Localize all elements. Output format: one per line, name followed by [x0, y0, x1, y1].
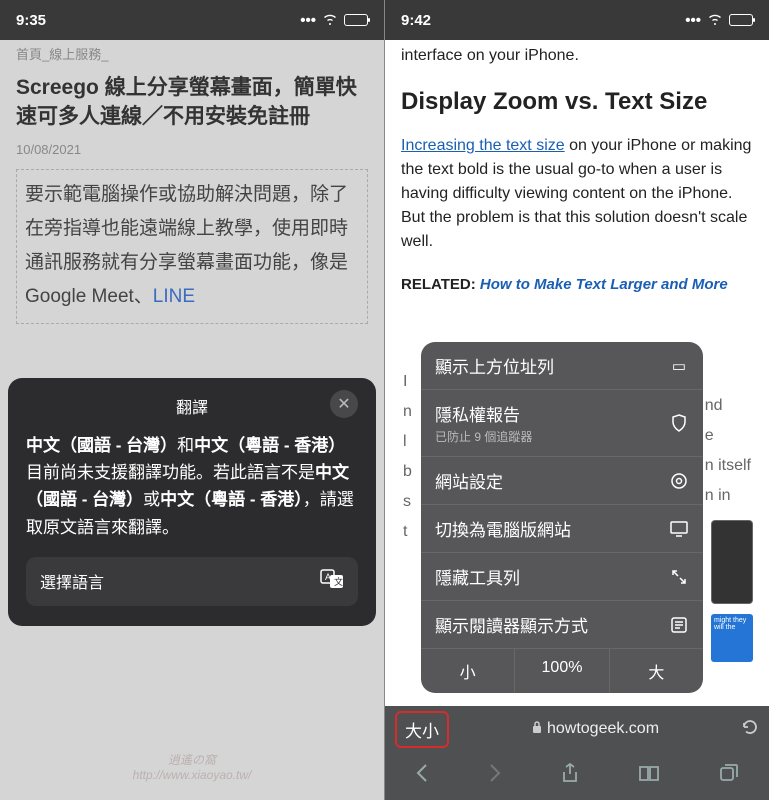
translate-sheet: 翻譯 ✕ 中文（國語 - 台灣）和中文（粵語 - 香港）目前尚未支援翻譯功能。若… — [8, 378, 376, 626]
menu-show-top-address[interactable]: 顯示上方位址列 ▭ — [421, 342, 703, 390]
battery-icon — [344, 14, 368, 26]
menu-hide-toolbar[interactable]: 隱藏工具列 — [421, 553, 703, 601]
gear-icon — [669, 472, 689, 490]
url-display[interactable]: howtogeek.com — [457, 720, 733, 739]
obscured-text-right: nd e n itself n in — [703, 394, 751, 508]
zoom-larger-button[interactable]: 大 — [610, 649, 703, 693]
menu-show-reader[interactable]: 顯示閱讀器顯示方式 — [421, 601, 703, 649]
expand-icon — [669, 569, 689, 585]
obscured-text: I n l b s t — [401, 370, 412, 544]
menu-website-settings[interactable]: 網站設定 — [421, 457, 703, 505]
phone-preview-image — [711, 520, 753, 604]
link-line[interactable]: LINE — [153, 286, 195, 307]
forward-button[interactable] — [488, 763, 502, 789]
aa-menu-popup: 顯示上方位址列 ▭ 隱私權報告 已防止 9 個追蹤器 網站設定 切換為電腦版網站 — [421, 342, 703, 693]
status-time: 9:42 — [401, 12, 431, 29]
paragraph: Increasing the text size on your iPhone … — [401, 130, 753, 268]
back-button[interactable] — [415, 763, 429, 789]
reload-button[interactable] — [741, 718, 759, 741]
phone-right: 9:42 ••• interface on your iPhone. Displ… — [385, 0, 769, 800]
battery-icon — [729, 14, 753, 26]
sheet-title: 翻譯 — [176, 400, 208, 417]
article-body: 要示範電腦操作或協助解決問題，除了在旁指導也能遠端線上教學，使用即時通訊服務就有… — [16, 169, 368, 324]
signal-icon: ••• — [685, 12, 701, 29]
paragraph-trail: interface on your iPhone. — [401, 40, 753, 82]
phone-preview-tip: might they will the — [711, 614, 753, 662]
wifi-icon — [707, 12, 723, 29]
phone-left: 9:35 ••• 首頁_線上服務_ Screego 線上分享螢幕畫面，簡單快速可… — [0, 0, 384, 800]
status-icons: ••• — [685, 12, 753, 29]
translate-icon: A文 — [320, 569, 344, 594]
close-button[interactable]: ✕ — [330, 390, 358, 418]
heading: Display Zoom vs. Text Size — [401, 82, 753, 130]
article-date: 10/08/2021 — [16, 138, 368, 169]
select-language-label: 選擇語言 — [40, 569, 104, 593]
wifi-icon — [322, 12, 338, 29]
signal-icon: ••• — [300, 12, 316, 29]
zoom-value[interactable]: 100% — [515, 649, 609, 693]
share-button[interactable] — [561, 762, 579, 790]
reader-icon — [669, 617, 689, 633]
article-title: Screego 線上分享螢幕畫面，簡單快速可多人連線／不用安裝免註冊 — [16, 67, 368, 138]
bookmarks-button[interactable] — [638, 764, 660, 788]
bottom-toolbar — [385, 752, 769, 800]
lock-icon — [531, 720, 543, 739]
close-icon: ✕ — [337, 394, 350, 414]
svg-text:A: A — [325, 572, 331, 582]
status-bar: 9:42 ••• — [385, 0, 769, 40]
address-bar: 大小 howtogeek.com — [385, 706, 769, 752]
tabs-button[interactable] — [719, 763, 739, 789]
status-time: 9:35 — [16, 12, 46, 29]
zoom-controls: 小 100% 大 — [421, 649, 703, 693]
address-icon: ▭ — [669, 357, 689, 375]
sheet-body: 中文（國語 - 台灣）和中文（粵語 - 香港）目前尚未支援翻譯功能。若此語言不是… — [26, 432, 358, 557]
zoom-smaller-button[interactable]: 小 — [421, 649, 515, 693]
related-link[interactable]: How to Make Text Larger and More — [480, 276, 728, 293]
aa-button[interactable]: 大小 — [395, 711, 449, 748]
status-bar: 9:35 ••• — [0, 0, 384, 40]
related-row: RELATED: How to Make Text Larger and Mor… — [401, 268, 753, 293]
menu-request-desktop[interactable]: 切換為電腦版網站 — [421, 505, 703, 553]
menu-privacy-report[interactable]: 隱私權報告 已防止 9 個追蹤器 — [421, 390, 703, 457]
shield-icon — [669, 414, 689, 432]
select-language-button[interactable]: 選擇語言 A文 — [26, 557, 358, 606]
watermark: 逍遙の窩 http://www.xiaoyao.tw/ — [133, 751, 252, 782]
text-size-link[interactable]: Increasing the text size — [401, 137, 565, 154]
svg-text:文: 文 — [334, 576, 343, 587]
status-icons: ••• — [300, 12, 368, 29]
desktop-icon — [669, 521, 689, 537]
webpage-content: interface on your iPhone. Display Zoom v… — [385, 40, 769, 293]
breadcrumb: 首頁_線上服務_ — [16, 40, 368, 67]
